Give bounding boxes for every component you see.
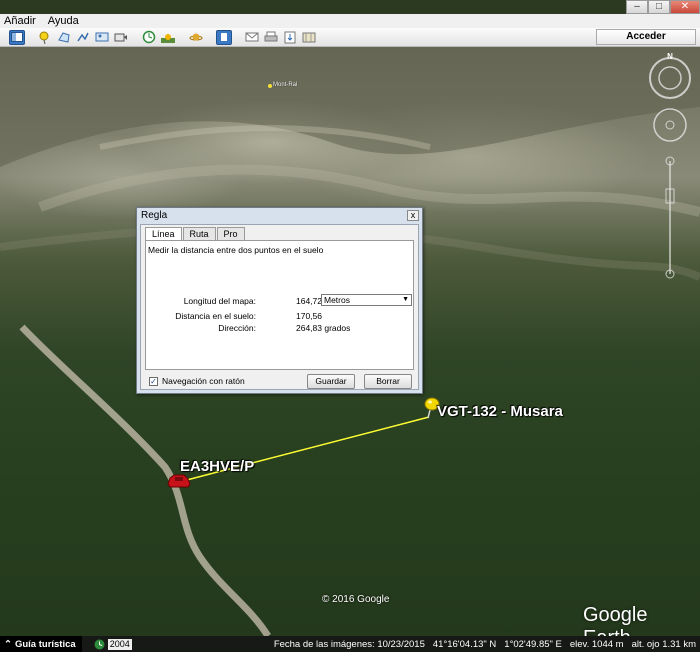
status-bar: ⌃ Guía turística 2004 Fecha de las imáge…: [0, 636, 700, 652]
maps-icon[interactable]: [301, 30, 317, 45]
eye-altitude: alt. ojo 1.31 km: [631, 638, 696, 650]
checkbox-icon[interactable]: ✓: [149, 376, 158, 386]
chevron-up-icon: ⌃: [4, 638, 12, 650]
google-earth-logo: Google Earth: [583, 604, 648, 636]
tab-path[interactable]: Ruta: [182, 227, 216, 240]
status-readouts: Fecha de las imágenes: 10/23/2015 41°16'…: [274, 636, 696, 652]
sun-icon[interactable]: [160, 30, 176, 45]
tour-guide-button[interactable]: ⌃ Guía turística: [0, 636, 82, 652]
toolbar: Acceder: [0, 28, 700, 47]
car-label: EA3HVE/P: [180, 458, 255, 475]
path-icon[interactable]: [75, 30, 91, 45]
dialog-body: Línea Ruta Pro Medir la distancia entre …: [140, 224, 419, 390]
tab-pro[interactable]: Pro: [216, 227, 245, 240]
heading-value: 264,83 grados: [296, 323, 351, 333]
copyright-text: © 2016 Google: [322, 594, 390, 605]
ruler-icon[interactable]: [216, 29, 232, 45]
image-overlay-icon[interactable]: [94, 30, 110, 45]
clock-icon: [94, 639, 105, 649]
planets-icon[interactable]: [188, 30, 204, 45]
close-window-button[interactable]: ✕: [670, 0, 700, 14]
menu-bar: Añadir Ayuda: [0, 14, 700, 28]
tab-line[interactable]: Línea: [145, 227, 182, 241]
tour-guide-label: Guía turística: [14, 638, 76, 650]
mouse-navigation-toggle[interactable]: ✓ Navegación con ratón: [149, 376, 245, 386]
ruler-dialog: Regla x Línea Ruta Pro Medir la distanci…: [136, 207, 423, 394]
map-length-value: 164,72: [296, 296, 322, 306]
print-icon[interactable]: [263, 30, 279, 45]
latitude: 41°16'04.13" N: [432, 638, 497, 650]
record-tour-icon[interactable]: [113, 30, 129, 45]
dialog-titlebar[interactable]: Regla x: [137, 208, 422, 224]
ruler-tabs: Línea Ruta Pro: [145, 227, 245, 241]
elevation: elev. 1044 m: [569, 638, 624, 650]
longitude: 1°02'49.85" E: [504, 638, 562, 650]
save-button[interactable]: Guardar: [307, 374, 355, 389]
sign-in-button[interactable]: Acceder: [596, 29, 696, 45]
tab-panel: Medir la distancia entre dos puntos en e…: [145, 240, 414, 370]
dialog-close-button[interactable]: x: [407, 210, 419, 221]
menu-item-add[interactable]: Añadir: [4, 15, 36, 27]
minimize-button[interactable]: –: [626, 0, 648, 14]
unit-select[interactable]: Metros ▼: [321, 294, 412, 306]
unit-select-value: Metros: [324, 295, 350, 305]
window-controls: – □ ✕: [626, 0, 700, 14]
menu-item-help[interactable]: Ayuda: [48, 15, 79, 27]
year-value: 2004: [107, 638, 132, 650]
placemark-icon[interactable]: [37, 30, 53, 45]
place-label-mont-ral: Mont-Ral: [273, 82, 298, 88]
svg-text:N: N: [667, 52, 673, 61]
map-length-label: Longitud del mapa:: [183, 296, 256, 306]
ground-distance-label: Distancia en el suelo:: [175, 311, 256, 321]
dialog-title: Regla: [141, 210, 168, 221]
navigation-controls[interactable]: N: [648, 49, 692, 289]
maximize-button[interactable]: □: [648, 0, 670, 14]
ruler-description: Medir la distancia entre dos puntos en e…: [148, 245, 324, 255]
clear-button[interactable]: Borrar: [364, 374, 412, 389]
email-icon[interactable]: [244, 30, 260, 45]
ground-distance-value: 170,56: [296, 311, 322, 321]
heading-label: Dirección:: [218, 323, 256, 333]
imagery-date: Fecha de las imágenes: 10/23/2015: [273, 638, 425, 650]
pushpin-label: VGT-132 - Musara: [437, 403, 563, 420]
place-marker[interactable]: [268, 84, 272, 88]
sidebar-icon[interactable]: [9, 29, 25, 45]
historical-imagery-icon[interactable]: [141, 30, 157, 45]
polygon-icon[interactable]: [56, 30, 72, 45]
mouse-navigation-label: Navegación con ratón: [162, 376, 245, 386]
historical-year[interactable]: 2004: [94, 638, 132, 650]
save-image-icon[interactable]: [282, 30, 298, 45]
chevron-down-icon: ▼: [402, 296, 409, 303]
